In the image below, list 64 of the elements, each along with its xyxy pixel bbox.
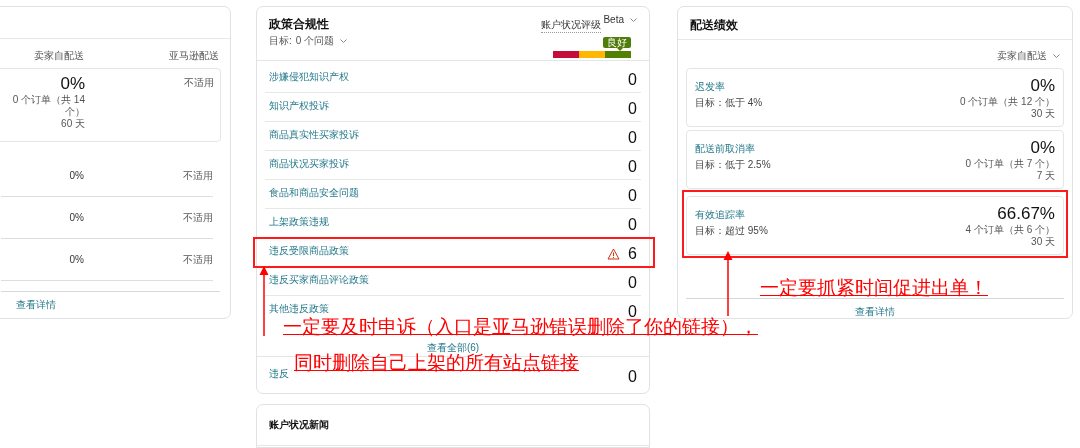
metric-value: 0% — [69, 212, 84, 223]
issue-count: 0 — [628, 367, 637, 386]
days-label: 60 天 — [61, 118, 85, 130]
arrow — [259, 266, 269, 336]
order-count: 0 个订单（共 14 个） — [11, 94, 85, 118]
annotation-text: 同时删除自己上架的所有站点链接 — [294, 352, 579, 374]
metric-value: 0% — [1029, 138, 1055, 158]
metric-value: 0% — [60, 74, 85, 94]
chevron-icon — [1053, 53, 1060, 59]
policy-link[interactable]: 违反买家商品评论政策 — [269, 267, 369, 295]
metric-value: 66.67% — [996, 204, 1055, 224]
issue-count: 0 — [628, 273, 637, 292]
chevron-icon — [340, 38, 348, 44]
order-count: 4 个订单（共 6 个） — [965, 224, 1055, 236]
target-label: 目标：低于 2.5% — [695, 158, 771, 172]
view-details-link[interactable]: 查看详情 — [855, 306, 895, 317]
rating-badge: 良好 — [603, 37, 631, 48]
card-title: 配送绩效 — [678, 7, 1072, 40]
days-label: 30 天 — [1030, 236, 1055, 248]
policy-link[interactable]: 涉嫌侵犯知识产权 — [269, 64, 349, 92]
metric-value: 0% — [1029, 76, 1055, 96]
beta-tag: Beta — [603, 14, 624, 25]
order-count: 0 个订单（共 12 个） — [959, 96, 1055, 108]
metric-value: 0% — [69, 170, 84, 181]
issue-count: 0 — [628, 99, 637, 118]
issue-count: 0 — [628, 215, 637, 234]
issue-count: 0 — [628, 70, 637, 89]
metric-value: 不适用 — [182, 210, 213, 225]
metric-link[interactable]: 迟发率 — [695, 81, 725, 92]
policy-link[interactable]: 食品和商品安全问题 — [269, 180, 359, 208]
metric-value: 不适用 — [182, 168, 213, 183]
metric-value: 不适用 — [183, 76, 214, 90]
metric-value: 0% — [69, 254, 84, 265]
column-header: 亚马逊配送 — [168, 49, 219, 63]
metric-link[interactable]: 有效追踪率 — [695, 209, 745, 220]
column-header: 卖家自配送 — [33, 49, 84, 63]
rating-label[interactable]: 账户状况评级 — [541, 18, 602, 33]
policy-link[interactable]: 违反受限商品政策 — [269, 238, 349, 266]
days-label: 30 天 — [1030, 108, 1055, 120]
policy-link[interactable]: 上架政策违规 — [269, 209, 329, 237]
card-title: 账户状况新闻 — [257, 405, 649, 446]
metric-value: 不适用 — [182, 252, 213, 267]
metric-link[interactable]: 配送前取消率 — [695, 143, 755, 154]
policy-link[interactable]: 商品真实性买家投诉 — [269, 122, 359, 150]
days-label: 7 天 — [1035, 170, 1055, 182]
view-details-link[interactable]: 查看详情 — [16, 299, 56, 310]
order-count: 0 个订单（共 7 个） — [965, 158, 1055, 170]
card-title: 政策合规性 — [269, 16, 330, 33]
target-label: 目标：低于 4% — [695, 96, 763, 110]
issue-count: 0 — [628, 186, 637, 205]
issue-count: 0 — [628, 128, 637, 147]
annotation-text: 一定要抓紧时间促进出单！ — [760, 277, 988, 299]
chevron-icon — [630, 18, 637, 23]
target-dropdown[interactable]: 0 个问题 — [295, 35, 348, 46]
view-all-link[interactable]: 查看全部(6) — [426, 342, 480, 353]
target-label: 目标：超过 95% — [695, 224, 768, 238]
policy-link[interactable]: 违反 — [269, 361, 289, 389]
filter-dropdown[interactable]: 卖家自配送 — [997, 49, 1060, 63]
target-label: 目标: — [269, 35, 292, 46]
arrow — [723, 251, 733, 316]
policy-link[interactable]: 知识产权投诉 — [269, 93, 329, 121]
issue-count: 6 — [628, 244, 637, 263]
issue-count: 0 — [628, 157, 637, 176]
policy-link[interactable]: 商品状况买家投诉 — [269, 151, 349, 179]
